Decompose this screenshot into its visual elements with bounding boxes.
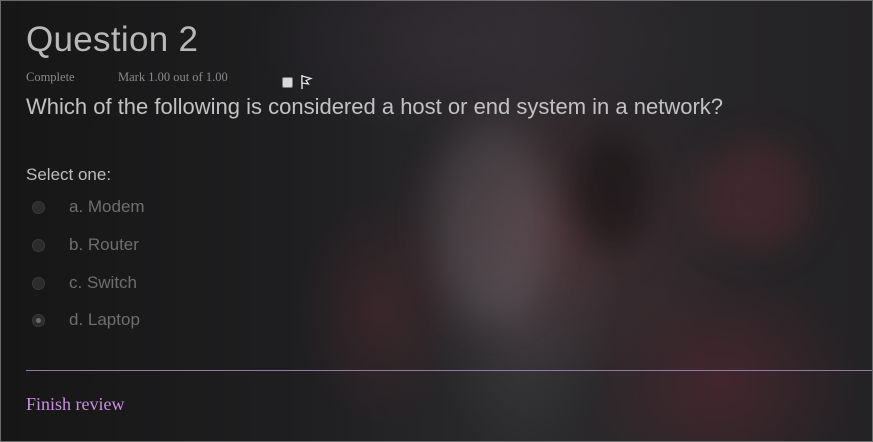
finish-review-link[interactable]: Finish review: [26, 393, 125, 415]
background-art: [571, 131, 651, 251]
radio-button[interactable]: [32, 239, 45, 252]
radio-button[interactable]: [32, 277, 45, 290]
radio-button[interactable]: [32, 201, 45, 214]
background-art: [431, 121, 551, 321]
answer-option-label: c. Switch: [69, 273, 138, 292]
flag-icon[interactable]: [300, 74, 314, 90]
background-art: [701, 141, 811, 251]
quiz-review-panel: Question 2 Complete Mark 1.00 out of 1.0…: [0, 0, 873, 442]
answer-option-label: d. Laptop: [69, 310, 140, 329]
flag-checkbox[interactable]: [282, 77, 293, 88]
question-state: Complete: [26, 70, 75, 84]
question-title: Question 2: [26, 20, 199, 59]
divider: [26, 370, 872, 371]
answer-option-a[interactable]: a. Modem: [26, 196, 326, 220]
answer-prompt: Select one:: [26, 165, 112, 184]
question-mark: Mark 1.00 out of 1.00: [118, 70, 228, 84]
answer-option-b[interactable]: b. Router: [26, 234, 326, 258]
question-text: Which of the following is considered a h…: [26, 94, 724, 119]
radio-button-selected[interactable]: [32, 314, 45, 327]
answer-option-label: a. Modem: [69, 197, 145, 216]
answer-option-d[interactable]: d. Laptop: [26, 309, 326, 333]
answer-option-label: b. Router: [69, 235, 139, 254]
answer-option-c[interactable]: c. Switch: [26, 272, 326, 296]
